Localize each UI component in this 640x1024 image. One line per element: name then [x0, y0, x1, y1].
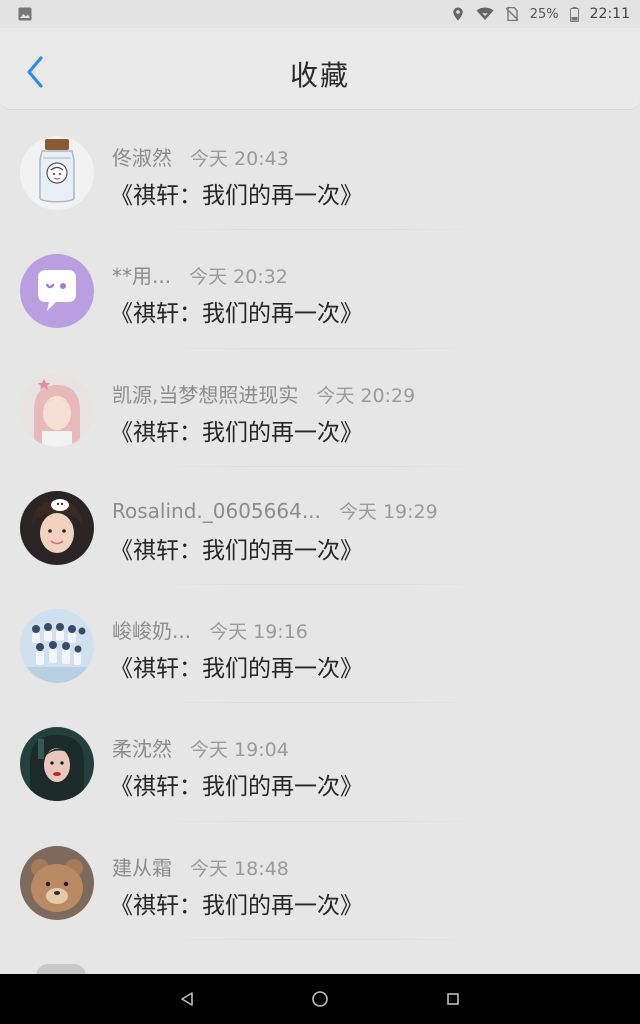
item-meta: 凯源,当梦想照进现实 今天 20:29: [112, 379, 415, 408]
nav-back-button[interactable]: [167, 979, 207, 1019]
avatar[interactable]: [20, 372, 94, 447]
home-circle-icon: [312, 991, 328, 1007]
location-icon: [451, 7, 465, 21]
avatar[interactable]: [20, 136, 94, 210]
recents-square-icon: [447, 993, 460, 1005]
item-title[interactable]: 《祺轩：我们的再一次》: [110, 649, 363, 683]
item-meta: Rosalind._0605664... 今天 19:29: [112, 497, 438, 524]
item-title[interactable]: 《祺轩：我们的再一次》: [110, 531, 363, 565]
author-name: Rosalind._0605664...: [112, 498, 321, 523]
item-time: 今天 19:29: [338, 500, 438, 523]
list-item[interactable]: **用... 今天 20:32 《祺轩：我们的再一次》: [0, 230, 640, 349]
item-title[interactable]: 《祺轩：我们的再一次》: [110, 294, 363, 328]
divider: [150, 939, 490, 941]
avatar[interactable]: [20, 727, 94, 802]
wifi-icon: [476, 7, 494, 21]
list-item[interactable]: 柔沈然 今天 19:04 《祺轩：我们的再一次》: [0, 703, 640, 822]
battery-percent: 25%: [529, 6, 559, 22]
author-name: 佟淑然: [112, 146, 172, 170]
nav-home-button[interactable]: [300, 979, 340, 1019]
item-title[interactable]: 《祺轩：我们的再一次》: [110, 413, 363, 447]
item-title[interactable]: 《祺轩：我们的再一次》: [110, 767, 363, 801]
author-name: 峻峻奶...: [112, 619, 192, 644]
navigation-bar: [0, 974, 640, 1024]
back-triangle-icon: [180, 992, 193, 1006]
page-title: 收藏: [289, 59, 350, 92]
author-name: 柔沈然: [112, 737, 172, 762]
item-time: 今天 20:29: [316, 384, 416, 407]
list-item[interactable]: 建从霜 今天 18:48 《祺轩：我们的再一次》: [0, 822, 640, 941]
status-left: [18, 7, 32, 21]
status-time: 22:11: [589, 6, 630, 22]
author-name: **用...: [112, 264, 172, 289]
item-time: 今天 19:16: [209, 621, 308, 644]
item-time: 今天 18:48: [190, 857, 289, 880]
list-item[interactable]: 佟淑然 今天 20:43 《祺轩：我们的再一次》: [0, 112, 640, 231]
item-meta: **用... 今天 20:32: [112, 260, 288, 289]
list-item[interactable]: 峻峻奶... 今天 19:16 《祺轩：我们的再一次》: [0, 585, 640, 704]
status-bar: 25% 22:11: [0, 0, 640, 28]
favorites-list: 佟淑然 今天 20:43 《祺轩：我们的再一次》 **用... 今天 20:32…: [0, 112, 640, 941]
avatar[interactable]: [20, 254, 94, 329]
item-time: 今天 20:32: [189, 266, 288, 289]
item-time: 今天 20:43: [190, 148, 289, 170]
avatar[interactable]: [20, 845, 94, 920]
nav-recents-button[interactable]: [433, 979, 473, 1019]
item-meta: 建从霜 今天 18:48: [112, 852, 289, 881]
avatar[interactable]: [20, 609, 94, 684]
avatar[interactable]: [20, 490, 94, 565]
author-name: 凯源,当梦想照进现实: [112, 382, 299, 407]
item-meta: 柔沈然 今天 19:04: [112, 733, 289, 762]
item-time: 今天 19:04: [190, 739, 289, 762]
list-item[interactable]: Rosalind._0605664... 今天 19:29 《祺轩：我们的再一次…: [0, 467, 640, 586]
item-title[interactable]: 《祺轩：我们的再一次》: [110, 176, 363, 210]
screen: 25% 22:11 收藏 佟淑然 今天 20:43 《祺轩：我们的再一次》 **…: [0, 0, 640, 1024]
no-sim-icon: [505, 6, 519, 22]
battery-icon: [569, 7, 579, 22]
item-meta: 佟淑然 今天 20:43: [112, 142, 289, 171]
item-title[interactable]: 《祺轩：我们的再一次》: [110, 886, 363, 920]
header: 收藏: [0, 28, 640, 110]
image-icon: [18, 7, 32, 21]
author-name: 建从霜: [112, 855, 172, 880]
item-meta: 峻峻奶... 今天 19:16: [112, 615, 308, 644]
list-item[interactable]: 凯源,当梦想照进现实 今天 20:29 《祺轩：我们的再一次》: [0, 349, 640, 467]
status-right: 25% 22:11: [451, 6, 630, 22]
